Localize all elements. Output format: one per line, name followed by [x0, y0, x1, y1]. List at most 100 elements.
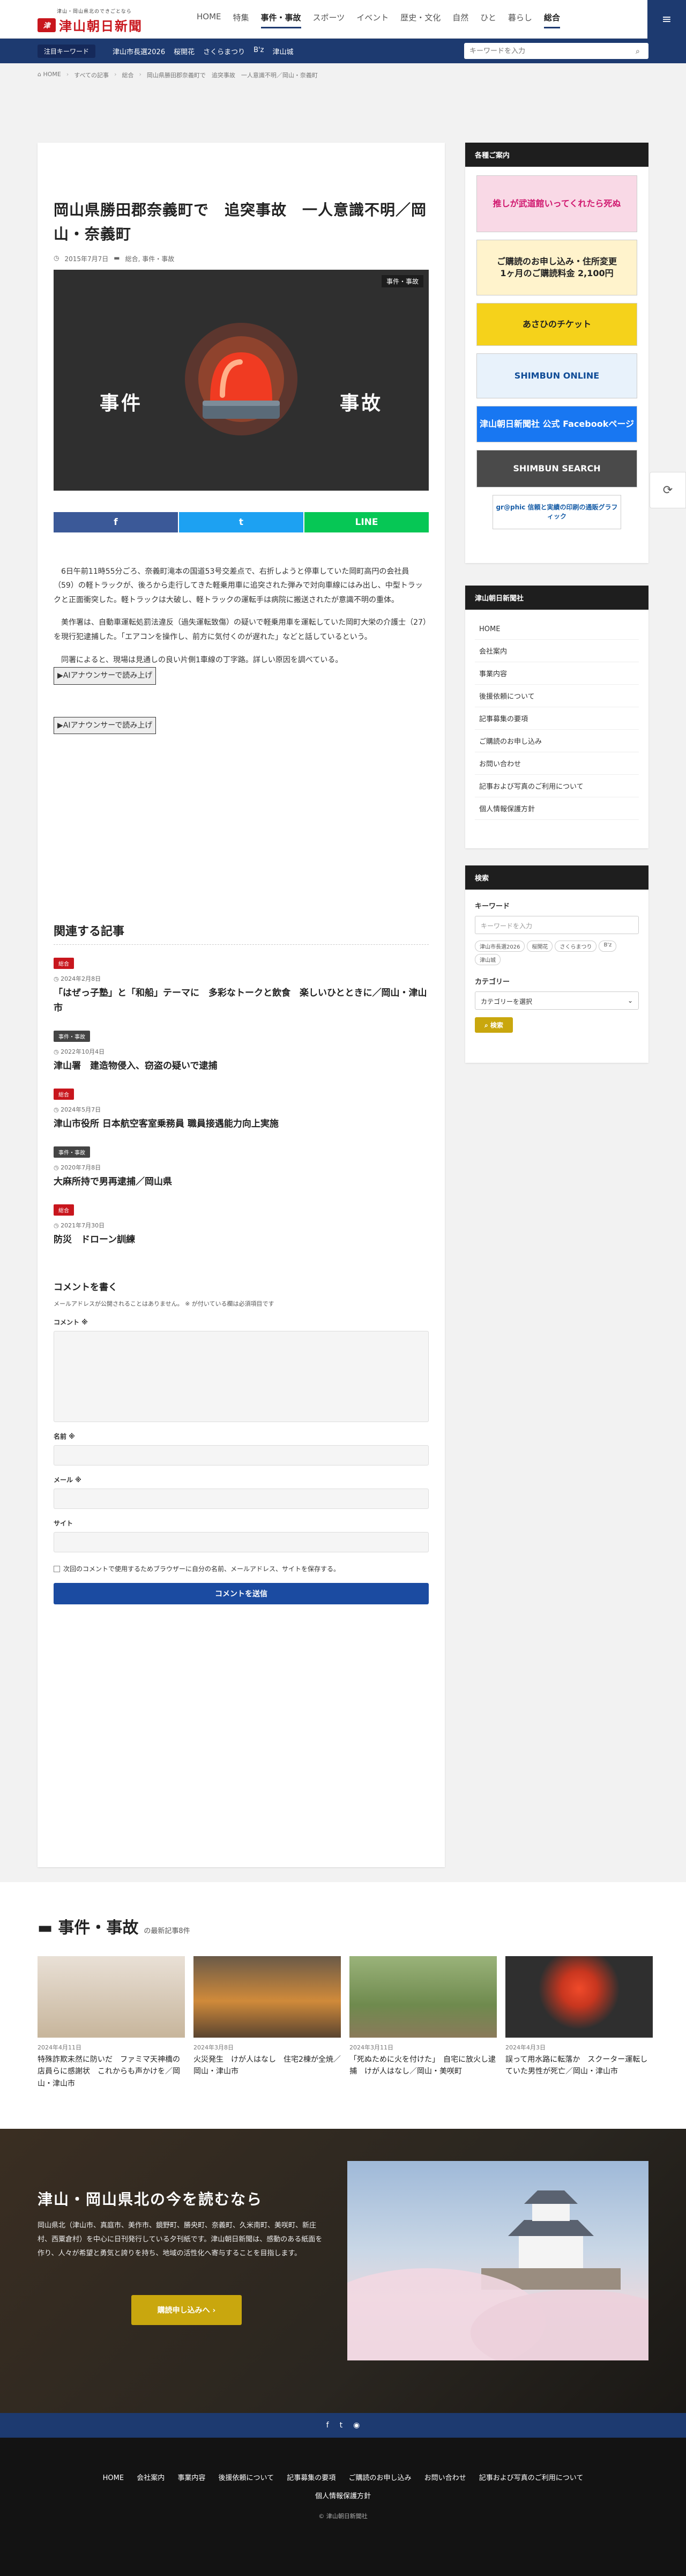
graphic-banner[interactable]: gr@phic 信頼と実績の印刷の通販グラフィック	[493, 495, 621, 529]
footer-link[interactable]: 事業内容	[177, 2474, 205, 2482]
company-link[interactable]: 記事募集の要項	[475, 707, 639, 730]
related-date: ◷ 2020年7月8日	[54, 1164, 101, 1172]
company-link[interactable]: 後援依頼について	[475, 685, 639, 707]
category-tag[interactable]: 総合	[54, 958, 74, 969]
nav-life[interactable]: 暮らし	[502, 8, 538, 31]
email-input[interactable]	[54, 1489, 429, 1509]
related-item[interactable]: 総合 ◷ 2024年2月8日 「はぜっ子塾」と「和船」テーマに 多彩なトークと飲…	[54, 958, 429, 1015]
ai-read-aloud-button[interactable]: ▶AIアナウンサーで読み上げ	[54, 667, 156, 685]
promo-subscribe-button[interactable]: 購読申し込みへ ›	[131, 2295, 242, 2325]
related-title[interactable]: 津山市役所 日本航空客室乗務員 職員接遇能力向上実施	[54, 1117, 429, 1131]
category-tag[interactable]: 事件・事故	[54, 1146, 90, 1158]
card-title[interactable]: 火災発生 けが人はなし 住宅2棟が全焼／岡山・津山市	[193, 2054, 341, 2078]
shimbun-online-banner[interactable]: SHIMBUN ONLINE	[476, 353, 637, 398]
search-icon[interactable]: ⌕	[636, 47, 643, 56]
card-title[interactable]: 特殊詐欺未然に防いだ ファミマ天神橋の店員らに感謝状 これからも声かけを／岡山・…	[38, 2054, 185, 2090]
related-item[interactable]: 総合 ◷ 2024年5月7日 津山市役所 日本航空客室乗務員 職員接遇能力向上実…	[54, 1088, 429, 1131]
related-title[interactable]: 防災 ドローン訓練	[54, 1233, 429, 1247]
footer-link[interactable]: ご購読のお申し込み	[348, 2474, 411, 2482]
latest-card[interactable]: 2024年3月11日 「死ぬために火を付けた」 自宅に放火し逮捕 けが人はなし／…	[349, 1956, 497, 2090]
line-share-button[interactable]: LINE	[304, 512, 429, 532]
comment-submit-button[interactable]: コメントを送信	[54, 1583, 429, 1605]
category-tag[interactable]: 総合	[54, 1204, 74, 1216]
nav-general[interactable]: 総合	[538, 8, 566, 31]
nav-event[interactable]: イベント	[351, 8, 394, 31]
card-title[interactable]: 「死ぬために火を付けた」 自宅に放火し逮捕 けが人はなし／岡山・美咲町	[349, 2054, 497, 2078]
footer-link[interactable]: 記事および写真のご利用について	[479, 2474, 584, 2482]
related-title[interactable]: 「はぜっ子塾」と「和船」テーマに 多彩なトークと飲食 楽しいひとときに／岡山・津…	[54, 986, 429, 1015]
footer-link[interactable]: 会社案内	[137, 2474, 165, 2482]
company-link[interactable]: 個人情報保護方針	[475, 797, 639, 820]
keyword-link[interactable]: 津山城	[272, 46, 293, 56]
facebook-share-button[interactable]: f	[54, 512, 178, 532]
nav-incident[interactable]: 事件・事故	[255, 8, 307, 31]
card-title[interactable]: 誤って用水路に転落か スクーター運転していた男性が死亡／岡山・津山市	[505, 2054, 653, 2078]
header-search-input[interactable]	[469, 47, 636, 55]
breadcrumb-home[interactable]: ⌂ HOME	[38, 71, 61, 79]
keyword-tag[interactable]: B'z	[599, 941, 617, 952]
related-title[interactable]: 大麻所持で男再逮捕／岡山県	[54, 1175, 429, 1189]
comment-textarea[interactable]	[54, 1331, 429, 1423]
company-link[interactable]: 事業内容	[475, 662, 639, 685]
related-item[interactable]: 事件・事故 ◷ 2020年7月8日 大麻所持で男再逮捕／岡山県	[54, 1146, 429, 1189]
keyword-link[interactable]: 桜開花	[174, 46, 195, 56]
related-title[interactable]: 津山署 建造物侵入、窃盗の疑いで逮捕	[54, 1059, 429, 1074]
company-link[interactable]: HOME	[475, 619, 639, 640]
category-tag[interactable]: 総合	[54, 1088, 74, 1100]
name-input[interactable]	[54, 1445, 429, 1466]
footer-link[interactable]: 記事募集の要項	[287, 2474, 335, 2482]
hero-category-tag[interactable]: 事件・事故	[381, 275, 423, 287]
subscription-banner[interactable]: ご購読のお申し込み・住所変更 1ヶ月のご購読料金 2,100円	[476, 240, 637, 295]
card-image[interactable]	[349, 1956, 497, 2038]
footer-link[interactable]: 個人情報保護方針	[315, 2492, 371, 2500]
budokan-banner[interactable]: 推しが武道館いってくれたら死ぬ	[476, 175, 637, 232]
card-image[interactable]	[505, 1956, 653, 2038]
keyword-tag[interactable]: さくらまつり	[555, 941, 597, 952]
site-logo[interactable]: 津山・岡山県北のできごとなら 津 津山朝日新聞	[38, 8, 143, 34]
nav-people[interactable]: ひと	[474, 8, 502, 31]
rss-icon[interactable]: ◉	[353, 2421, 360, 2430]
related-item[interactable]: 事件・事故 ◷ 2022年10月4日 津山署 建造物侵入、窃盗の疑いで逮捕	[54, 1030, 429, 1074]
shimbun-search-banner[interactable]: SHIMBUN SEARCH	[476, 450, 637, 487]
keyword-link[interactable]: 津山市長選2026	[113, 46, 165, 56]
breadcrumb-category[interactable]: 総合	[122, 71, 133, 79]
twitter-icon[interactable]: t	[340, 2421, 343, 2430]
footer-link[interactable]: お問い合わせ	[424, 2474, 466, 2482]
company-link[interactable]: ご購読のお申し込み	[475, 730, 639, 752]
category-select[interactable]: カテゴリーを選択 ⌄	[475, 991, 639, 1010]
keyword-link[interactable]: B'z	[253, 46, 264, 56]
menu-icon[interactable]: ≡	[647, 0, 686, 39]
sidebar-search-button[interactable]: ⌕ 検索	[475, 1017, 513, 1033]
latest-card[interactable]: 2024年4月11日 特殊詐欺未然に防いだ ファミマ天神橋の店員らに感謝状 これ…	[38, 1956, 185, 2090]
company-link[interactable]: 会社案内	[475, 640, 639, 662]
sidebar-keyword-input[interactable]: キーワードを入力	[475, 916, 639, 934]
save-info-checkbox[interactable]	[54, 1565, 60, 1572]
company-link[interactable]: 記事および写真のご利用について	[475, 775, 639, 797]
keyword-link[interactable]: さくらまつり	[203, 46, 245, 56]
keyword-tag[interactable]: 津山市長選2026	[475, 941, 525, 952]
nav-home[interactable]: HOME	[191, 8, 227, 31]
ticket-banner[interactable]: あさひのチケット	[476, 303, 637, 346]
card-image[interactable]	[193, 1956, 341, 2038]
keyword-tag[interactable]: 津山城	[475, 954, 501, 965]
facebook-page-banner[interactable]: 津山朝日新聞社 公式 Facebookページ	[476, 406, 637, 442]
latest-card[interactable]: 2024年4月3日 誤って用水路に転落か スクーター運転していた男性が死亡／岡山…	[505, 1956, 653, 2090]
nav-nature[interactable]: 自然	[446, 8, 474, 31]
site-input[interactable]	[54, 1532, 429, 1553]
nav-history[interactable]: 歴史・文化	[394, 8, 446, 31]
footer-link[interactable]: HOME	[103, 2474, 124, 2482]
company-link[interactable]: お問い合わせ	[475, 752, 639, 775]
keyword-tag[interactable]: 桜開花	[527, 941, 553, 952]
facebook-icon[interactable]: f	[326, 2421, 329, 2430]
latest-card[interactable]: 2024年3月8日 火災発生 けが人はなし 住宅2棟が全焼／岡山・津山市	[193, 1956, 341, 2090]
nav-feature[interactable]: 特集	[227, 8, 255, 31]
breadcrumb-all[interactable]: すべての記事	[74, 71, 109, 79]
category-tag[interactable]: 事件・事故	[54, 1030, 90, 1042]
card-image[interactable]	[38, 1956, 185, 2038]
article-categories[interactable]: 総合, 事件・事故	[125, 254, 175, 263]
ai-read-aloud-button[interactable]: ▶AIアナウンサーで読み上げ	[54, 716, 156, 735]
twitter-share-button[interactable]: t	[179, 512, 303, 532]
nav-sports[interactable]: スポーツ	[307, 8, 351, 31]
related-item[interactable]: 総合 ◷ 2021年7月30日 防災 ドローン訓練	[54, 1204, 429, 1247]
footer-link[interactable]: 後援依頼について	[219, 2474, 274, 2482]
